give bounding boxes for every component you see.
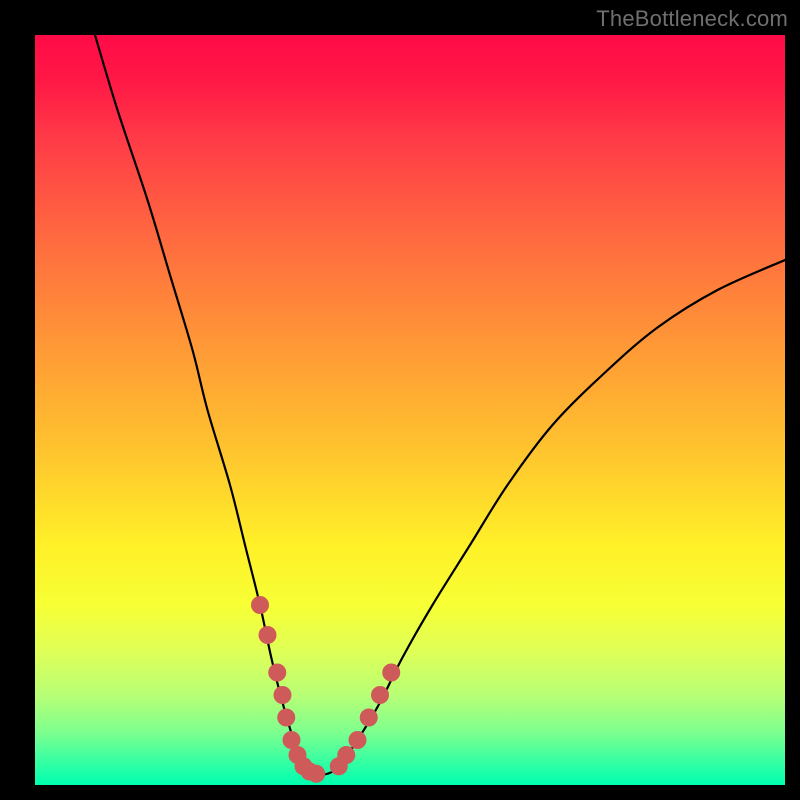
marker-dot xyxy=(274,686,292,704)
marker-dot xyxy=(371,686,389,704)
curve-svg xyxy=(35,35,785,785)
marker-dot xyxy=(337,746,355,764)
marker-dot xyxy=(251,596,269,614)
marker-dot xyxy=(307,765,325,783)
marker-dot xyxy=(277,709,295,727)
marker-dot xyxy=(268,664,286,682)
marker-dot xyxy=(259,626,277,644)
marker-dot xyxy=(360,709,378,727)
marker-dot xyxy=(382,664,400,682)
chart-stage: TheBottleneck.com xyxy=(0,0,800,800)
bottleneck-curve xyxy=(95,35,785,775)
watermark-text: TheBottleneck.com xyxy=(596,6,788,32)
marker-dots xyxy=(251,596,400,783)
plot-area xyxy=(35,35,785,785)
marker-dot xyxy=(349,731,367,749)
